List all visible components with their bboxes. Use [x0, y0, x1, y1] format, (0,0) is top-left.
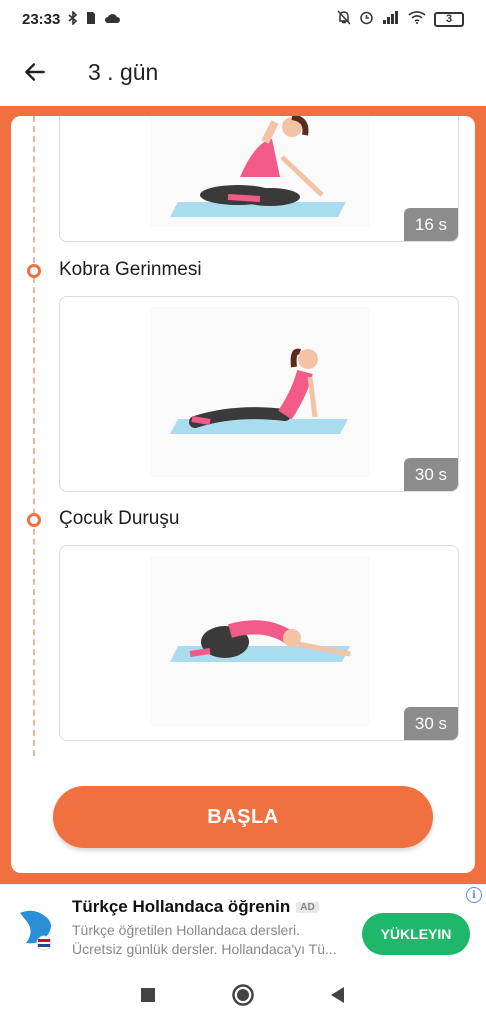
system-nav-bar: [0, 966, 486, 1024]
workout-frame: 16 s Kobra Gerinmesi 30 s Çocuk Duruşu 3…: [0, 106, 486, 884]
bluetooth-icon: [68, 9, 78, 28]
page-title: 3 . gün: [88, 58, 159, 85]
duration-badge: 16 s: [404, 208, 458, 241]
ad-badge: AD: [296, 902, 319, 914]
back-arrow-icon: [25, 63, 45, 81]
app-bird-logo-icon: [20, 910, 52, 951]
mute-bell-icon: [337, 10, 351, 28]
wifi-icon: [408, 11, 426, 27]
square-icon: [140, 988, 155, 1002]
exercise-title[interactable]: Çocuk Duruşu: [59, 508, 179, 530]
ad-banner[interactable]: i Türkçe Hollandaca öğrenin AD Türkçe öğr…: [0, 884, 486, 966]
ad-description-line-2: Ücretsiz günlük dersler. Hollandaca'yı T…: [72, 941, 337, 957]
status-time: 23:33: [22, 10, 61, 28]
ad-description-line-1: Türkçe öğretilen Hollandaca dersleri.: [72, 922, 300, 938]
exercise-list-card[interactable]: 16 s Kobra Gerinmesi 30 s Çocuk Duruşu 3…: [11, 116, 475, 873]
status-bar: 23:33 3: [0, 0, 486, 38]
child-pose-illustration: [170, 620, 351, 662]
nav-back-button[interactable]: [318, 975, 358, 1015]
home-button[interactable]: [223, 975, 263, 1015]
back-button[interactable]: [0, 38, 70, 106]
exercise-image-card[interactable]: 30 s: [59, 545, 459, 741]
cloud-icon: [104, 12, 121, 27]
sim-card-icon: [86, 11, 96, 28]
timeline-dot: [27, 264, 41, 278]
alarm-icon: [359, 10, 374, 28]
duration-badge: 30 s: [404, 707, 458, 740]
start-button[interactable]: BAŞLA: [53, 786, 433, 848]
battery-icon: 3: [434, 11, 464, 27]
triangle-back-icon: [331, 987, 345, 1003]
install-button[interactable]: YÜKLEYIN: [362, 913, 470, 955]
circle-home-icon: [232, 984, 254, 1006]
timeline-dot: [27, 513, 41, 527]
timeline-line: [33, 116, 35, 756]
ad-info-icon[interactable]: i: [466, 887, 482, 903]
screen: 23:33 3 3 . gün 16 s Kobra Gerinmesi 30 …: [0, 0, 486, 1024]
exercise-image-card[interactable]: 30 s: [59, 296, 459, 492]
app-bar: 3 . gün: [0, 38, 486, 106]
exercise-title[interactable]: Kobra Gerinmesi: [59, 259, 202, 281]
recents-button[interactable]: [128, 975, 168, 1015]
seated-twist-illustration: [170, 116, 346, 217]
ad-title: Türkçe Hollandaca öğrenin AD: [72, 897, 319, 917]
exercise-image-card[interactable]: 16 s: [59, 116, 459, 242]
signal-icon: [382, 11, 400, 27]
cobra-stretch-illustration: [170, 348, 348, 434]
duration-badge: 30 s: [404, 458, 458, 491]
